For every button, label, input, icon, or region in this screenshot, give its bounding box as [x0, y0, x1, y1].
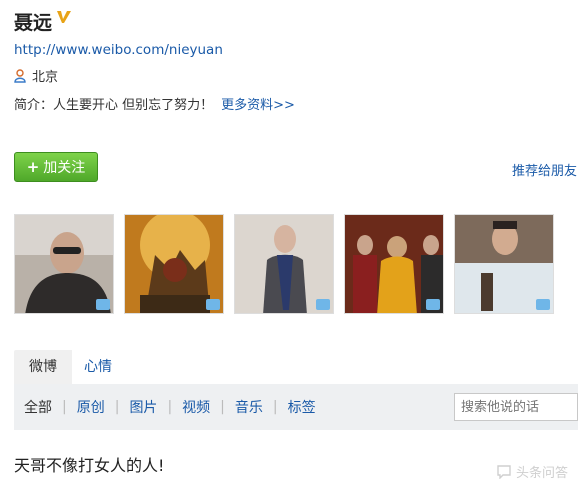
filter-tags[interactable]: 标签: [288, 397, 316, 417]
comment-icon: [96, 299, 110, 310]
chat-bubble-icon: [497, 464, 511, 479]
divider: |: [62, 399, 67, 415]
comment-icon: [426, 299, 440, 310]
location-row: 北京: [14, 66, 58, 85]
photo-thumbnail[interactable]: [344, 214, 444, 314]
photo-thumbnail[interactable]: [454, 214, 554, 314]
follow-button[interactable]: + 加关注: [14, 152, 98, 182]
filter-pictures[interactable]: 图片: [129, 397, 157, 417]
bio-text: 简介：人生要开心 但别忘了努力！: [14, 98, 214, 113]
comment-icon: [206, 299, 220, 310]
photo-thumbnail[interactable]: [234, 214, 334, 314]
watermark-text: 头条问答: [515, 466, 568, 481]
bio-row: 简介：人生要开心 但别忘了努力！ 更多资料>>: [14, 94, 295, 113]
more-info-link[interactable]: 更多资料>>: [221, 98, 295, 113]
filter-bar: 全部 | 原创 | 图片 | 视频 | 音乐 | 标签: [14, 384, 578, 430]
photo-thumbnail[interactable]: [124, 214, 224, 314]
search-input[interactable]: [454, 393, 578, 421]
filter-all[interactable]: 全部: [24, 397, 52, 417]
photo-thumbnail[interactable]: [14, 214, 114, 314]
filter-list: 全部 | 原创 | 图片 | 视频 | 音乐 | 标签: [24, 384, 316, 430]
watermark: 头条问答: [496, 462, 568, 481]
divider: |: [220, 399, 225, 415]
plus-icon: +: [26, 158, 40, 176]
follow-label: 加关注: [43, 160, 86, 176]
tab-weibo[interactable]: 微博: [14, 350, 72, 384]
divider: |: [272, 399, 278, 415]
photo-strip: [14, 214, 554, 314]
filter-videos[interactable]: 视频: [182, 397, 210, 417]
verified-icon: [57, 11, 71, 23]
divider: |: [114, 399, 120, 415]
user-location-icon: [14, 68, 26, 83]
tab-bar: 微博 心情: [14, 350, 578, 384]
filter-original[interactable]: 原创: [77, 397, 105, 417]
comment-icon: [536, 299, 550, 310]
profile-url-link[interactable]: http://www.weibo.com/nieyuan: [14, 42, 223, 58]
comment-icon: [316, 299, 330, 310]
post-text: 天哥不像打女人的人!: [14, 456, 165, 475]
tab-mood[interactable]: 心情: [84, 350, 112, 384]
filter-music[interactable]: 音乐: [235, 397, 263, 417]
profile-name: 聂远: [14, 12, 53, 34]
recommend-link[interactable]: 推荐给朋友: [512, 160, 577, 179]
divider: |: [167, 399, 173, 415]
location-text: 北京: [32, 70, 59, 85]
